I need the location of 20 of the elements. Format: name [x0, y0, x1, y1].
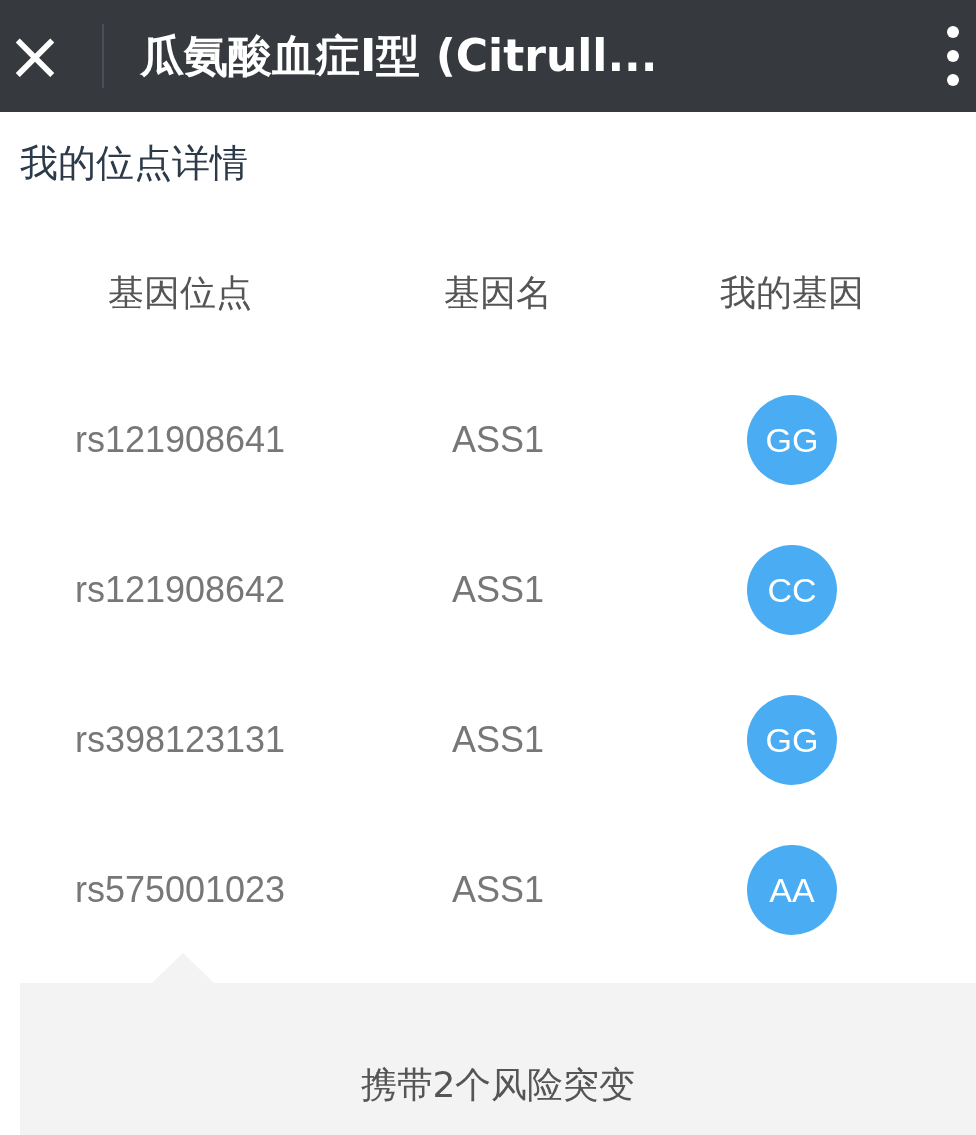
locus-cell: rs398123131 [74, 719, 286, 761]
page-title: 瓜氨酸血症I型 (Citrull... [140, 28, 659, 83]
close-button[interactable]: × [0, 22, 70, 90]
column-header: 基因名 [444, 270, 552, 315]
genotype-badge: GG [747, 695, 837, 785]
genotype-badge: AA [747, 845, 837, 935]
gene-cell: ASS1 [451, 869, 545, 911]
genotype-badge: GG [747, 395, 837, 485]
summary-text: 携带2个风险突变 [360, 1063, 636, 1107]
gene-cell: ASS1 [451, 569, 545, 611]
gene-cell: ASS1 [451, 419, 545, 461]
column-header: 我的基因 [720, 270, 864, 315]
locus-cell: rs121908641 [74, 419, 286, 461]
locus-cell: rs575001023 [74, 869, 286, 911]
more-menu-icon[interactable] [946, 25, 960, 87]
locus-cell: rs121908642 [74, 569, 286, 611]
gene-cell: ASS1 [451, 719, 545, 761]
section-title: 我的位点详情 [19, 140, 249, 187]
genotype-badge: CC [747, 545, 837, 635]
column-header: 基因位点 [108, 270, 252, 315]
